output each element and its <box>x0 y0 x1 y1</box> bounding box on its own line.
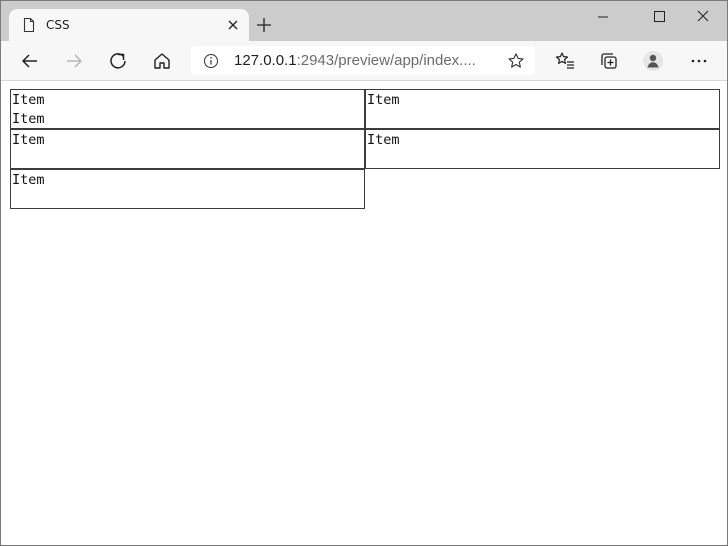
item-label: Item <box>12 111 45 127</box>
browser-window: CSS 127.0.0.1:2943/preview/app/index....… <box>0 0 728 546</box>
close-tab-icon[interactable] <box>225 17 241 33</box>
favorites-icon[interactable] <box>554 50 576 72</box>
browser-tab[interactable]: CSS <box>9 9 249 41</box>
window-close-icon[interactable] <box>691 7 715 27</box>
home-icon[interactable] <box>151 50 173 72</box>
tab-title: CSS <box>46 18 70 32</box>
grid-item: Item <box>365 129 720 169</box>
grid-item: Item Item <box>10 89 365 129</box>
maximize-icon[interactable] <box>647 7 671 27</box>
url-path: :2943/preview/app/index.... <box>296 52 476 69</box>
page-icon <box>23 17 35 33</box>
back-arrow-icon[interactable] <box>19 50 41 72</box>
url-host: 127.0.0.1 <box>234 52 297 69</box>
address-url[interactable]: 127.0.0.1:2943/preview/app/index.... <box>234 52 476 70</box>
item-label: Item <box>12 172 45 188</box>
profile-icon[interactable] <box>642 50 664 72</box>
grid-item: Item <box>365 89 720 129</box>
tab-strip: CSS <box>1 1 727 41</box>
item-grid: Item Item Item Item Item Item <box>10 89 720 209</box>
grid-item: Item <box>10 169 365 209</box>
minimize-icon[interactable] <box>591 7 615 27</box>
more-icon[interactable] <box>688 50 710 72</box>
page-viewport: Item Item Item Item Item Item <box>1 81 727 545</box>
item-label: Item <box>12 132 45 148</box>
info-icon[interactable] <box>203 53 219 69</box>
star-icon[interactable] <box>507 52 525 70</box>
item-label: Item <box>12 92 45 108</box>
address-bar[interactable]: 127.0.0.1:2943/preview/app/index.... <box>191 46 535 75</box>
forward-arrow-icon[interactable] <box>63 50 85 72</box>
item-label: Item <box>367 92 400 108</box>
item-label: Item <box>367 132 400 148</box>
grid-item: Item <box>10 129 365 169</box>
collections-icon[interactable] <box>598 50 620 72</box>
plus-icon[interactable] <box>255 16 273 34</box>
refresh-icon[interactable] <box>107 50 129 72</box>
browser-toolbar: 127.0.0.1:2943/preview/app/index.... <box>1 41 727 81</box>
